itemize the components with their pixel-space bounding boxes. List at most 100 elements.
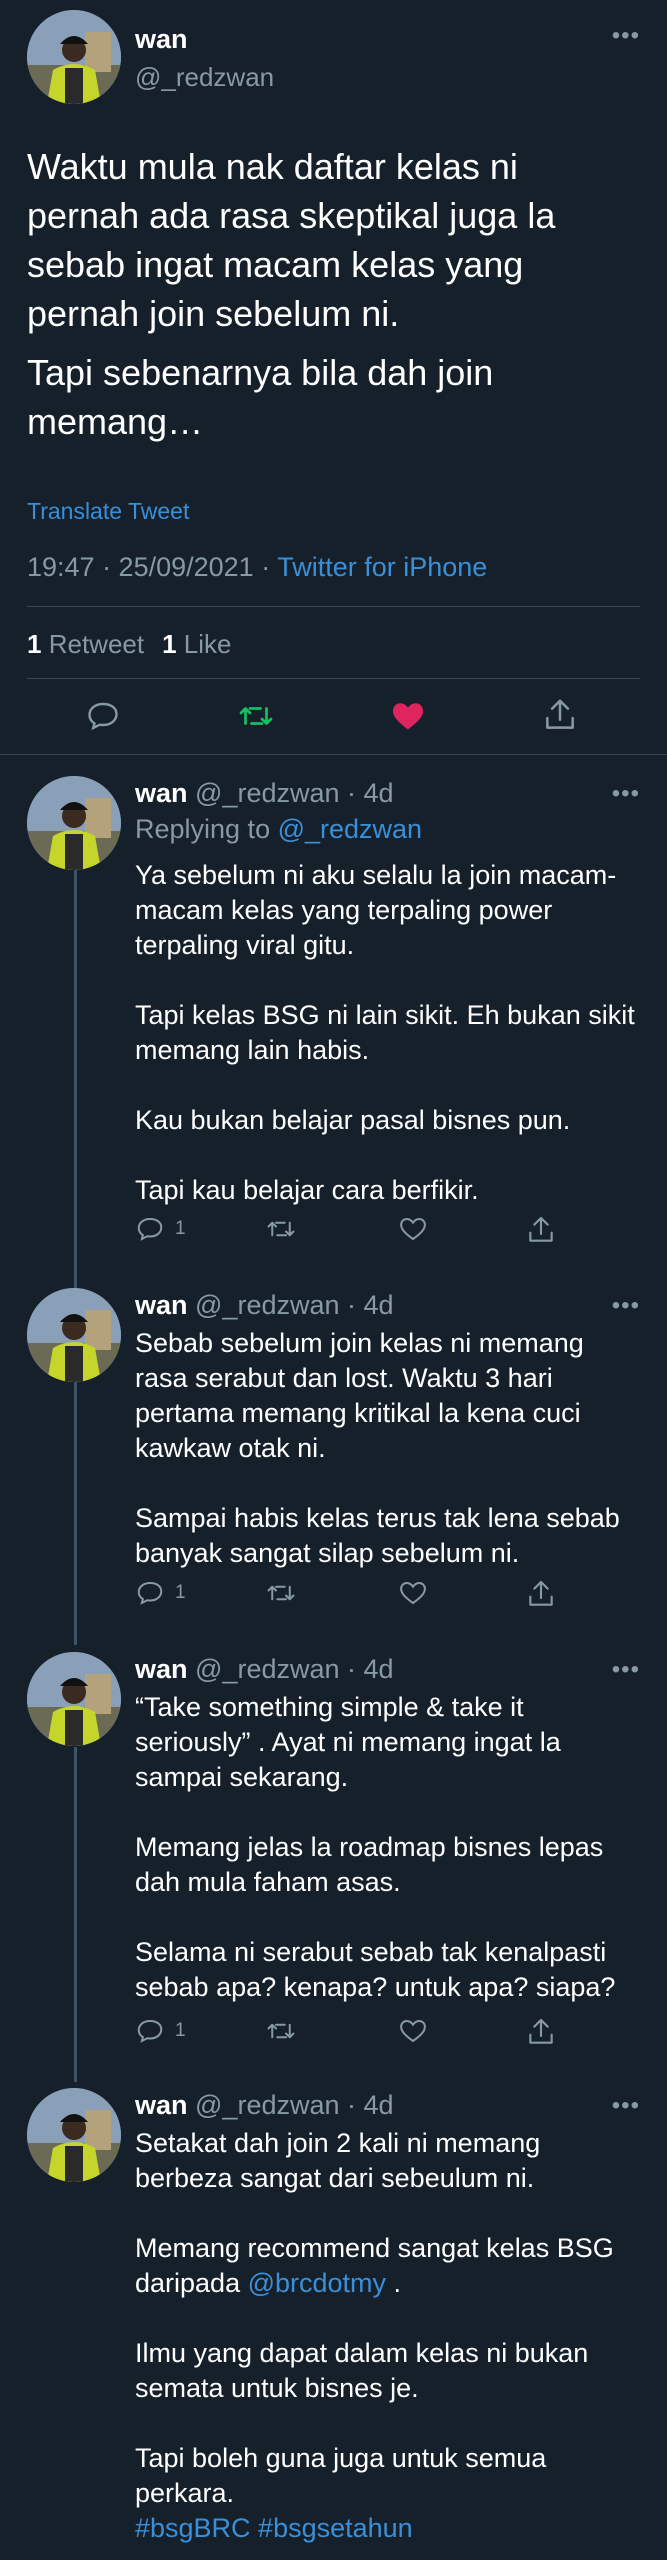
translate-tweet-link[interactable]: Translate Tweet	[27, 498, 189, 525]
hashtag-links[interactable]: #bsgBRC #bsgsetahun	[135, 2511, 635, 2546]
more-options-icon[interactable]: •••	[612, 782, 640, 806]
reply-icon	[88, 702, 118, 731]
avatar[interactable]	[27, 1652, 121, 1746]
author-name[interactable]: wan	[135, 778, 188, 808]
likes-stat[interactable]: 1 Like	[162, 629, 231, 659]
more-options-icon[interactable]: •••	[612, 2094, 640, 2118]
reply-icon	[137, 2019, 163, 2043]
tweet-paragraph: Waktu mula nak daftar kelas ni pernah ad…	[27, 146, 556, 334]
reply-count: 1	[175, 1218, 186, 1239]
more-options-icon[interactable]: •••	[612, 1658, 640, 1682]
handle-and-time: @_redzwan · 4d	[195, 1290, 394, 1320]
reply-text: “Take something simple & take it serious…	[135, 1690, 635, 2005]
author-name[interactable]: wan	[135, 24, 188, 55]
reply-text: Setakat dah join 2 kali ni memang berbez…	[135, 2126, 635, 2546]
heart-icon	[400, 2019, 426, 2043]
retweet-icon	[239, 707, 273, 725]
share-button[interactable]	[525, 1578, 557, 1610]
reply-paragraph: Sampai habis kelas terus tak lena sebab …	[135, 1503, 620, 1568]
retweet-button[interactable]	[265, 1578, 297, 1608]
retweet-button[interactable]	[265, 1214, 297, 1244]
author-name[interactable]: wan	[135, 1654, 188, 1684]
reply-text: Ya sebelum ni aku selalu la join macam-m…	[135, 858, 635, 1208]
tweet-thread-page: wan @_redzwan ••• Waktu mula nak daftar …	[0, 0, 667, 2560]
more-options-icon[interactable]: •••	[612, 24, 640, 48]
reply-paragraph: Ilmu yang dapat dalam kelas ni bukan sem…	[135, 2338, 589, 2403]
reply-paragraph: Setakat dah join 2 kali ni memang berbez…	[135, 2128, 541, 2193]
tweet-paragraph: Tapi sebenarnya bila dah join memang…	[27, 352, 494, 442]
reply-paragraph: Tapi boleh guna juga untuk semua perkara…	[135, 2443, 547, 2508]
reply-actions: 1	[135, 2016, 555, 2056]
handle-and-time: @_redzwan · 4d	[195, 2090, 394, 2120]
reply-button[interactable]: 1	[135, 1214, 186, 1244]
engagement-stats: 1 Retweet 1 Like	[27, 629, 232, 660]
reply-button[interactable]: 1	[135, 1578, 186, 1608]
reply-header: wan @_redzwan · 4d	[135, 2090, 394, 2121]
reply-actions: 1	[135, 1214, 555, 1254]
tweet-text: Waktu mula nak daftar kelas ni pernah ad…	[27, 142, 627, 456]
reply-button[interactable]: 1	[135, 2016, 186, 2046]
like-button[interactable]	[397, 2016, 429, 2046]
avatar-image	[27, 10, 121, 104]
heart-icon	[400, 1581, 426, 1605]
main-tweet-header: wan @_redzwan •••	[27, 10, 640, 110]
retweet-icon	[267, 1221, 295, 1237]
share-button[interactable]	[525, 1214, 557, 1246]
thread-line	[74, 1382, 77, 1645]
divider	[27, 678, 640, 679]
reply-icon	[137, 1581, 163, 1605]
author-name[interactable]: wan	[135, 2090, 188, 2120]
reply-paragraph: Tapi kau belajar cara berfikir.	[135, 1175, 479, 1205]
retweets-stat[interactable]: 1 Retweet	[27, 629, 144, 659]
thread-line	[74, 870, 77, 1288]
author-handle[interactable]: @_redzwan	[135, 62, 274, 93]
avatar[interactable]	[27, 776, 121, 870]
reply-count: 1	[175, 2020, 186, 2041]
reply-paragraph: Tapi kelas BSG ni lain sikit. Eh bukan s…	[135, 1000, 635, 1065]
source-link[interactable]: Twitter for iPhone	[277, 552, 487, 582]
reply-paragraph: Ya sebelum ni aku selalu la join macam-m…	[135, 860, 617, 960]
main-tweet-actions	[27, 690, 640, 742]
reply-count: 1	[175, 1582, 186, 1603]
reply-actions: 1	[135, 1578, 555, 1618]
avatar-image	[27, 1652, 121, 1746]
more-options-icon[interactable]: •••	[612, 1294, 640, 1318]
reply-paragraph: Memang jelas la roadmap bisnes lepas dah…	[135, 1832, 604, 1897]
tweet-meta: 19:47 · 25/09/2021 · Twitter for iPhone	[27, 552, 487, 583]
share-button[interactable]	[525, 2016, 557, 2048]
reply-header: wan @_redzwan · 4d	[135, 778, 394, 809]
avatar[interactable]	[27, 10, 121, 104]
divider	[27, 606, 640, 607]
share-icon	[529, 2018, 553, 2044]
like-button[interactable]	[397, 1578, 429, 1608]
thread-line	[74, 1747, 77, 2082]
share-button[interactable]	[541, 696, 579, 734]
handle-and-time: @_redzwan · 4d	[195, 1654, 394, 1684]
reply-paragraph: Kau bukan belajar pasal bisnes pun.	[135, 1105, 571, 1135]
avatar-image	[27, 776, 121, 870]
reply-paragraph: Selama ni serabut sebab tak kenalpasti s…	[135, 1937, 616, 2002]
avatar-image	[27, 2088, 121, 2182]
share-icon	[529, 1216, 553, 1242]
avatar[interactable]	[27, 1288, 121, 1382]
like-button[interactable]	[389, 698, 427, 734]
share-icon	[529, 1580, 553, 1606]
reply-paragraph: Memang recommend sangat kelas BSG daripa…	[135, 2233, 614, 2298]
share-icon	[546, 699, 574, 729]
reply-header: wan @_redzwan · 4d	[135, 1290, 394, 1321]
author-name[interactable]: wan	[135, 1290, 188, 1320]
like-button[interactable]	[397, 1214, 429, 1244]
reply-button[interactable]	[85, 698, 121, 734]
reply-paragraph: Sebab sebelum join kelas ni memang rasa …	[135, 1328, 584, 1463]
retweet-button[interactable]	[265, 2016, 297, 2046]
mention-link[interactable]: @_redzwan	[278, 814, 422, 844]
retweet-button[interactable]	[237, 698, 275, 734]
reply-text: Sebab sebelum join kelas ni memang rasa …	[135, 1326, 635, 1571]
mention-link[interactable]: @brcdotmy	[248, 2268, 386, 2298]
replying-to: Replying to @_redzwan	[135, 814, 423, 844]
heart-filled-icon	[393, 703, 423, 730]
timestamp: 19:47 · 25/09/2021 ·	[27, 552, 278, 582]
heart-icon	[400, 1217, 426, 1241]
reply-header: wan @_redzwan · 4d	[135, 1654, 394, 1685]
avatar[interactable]	[27, 2088, 121, 2182]
